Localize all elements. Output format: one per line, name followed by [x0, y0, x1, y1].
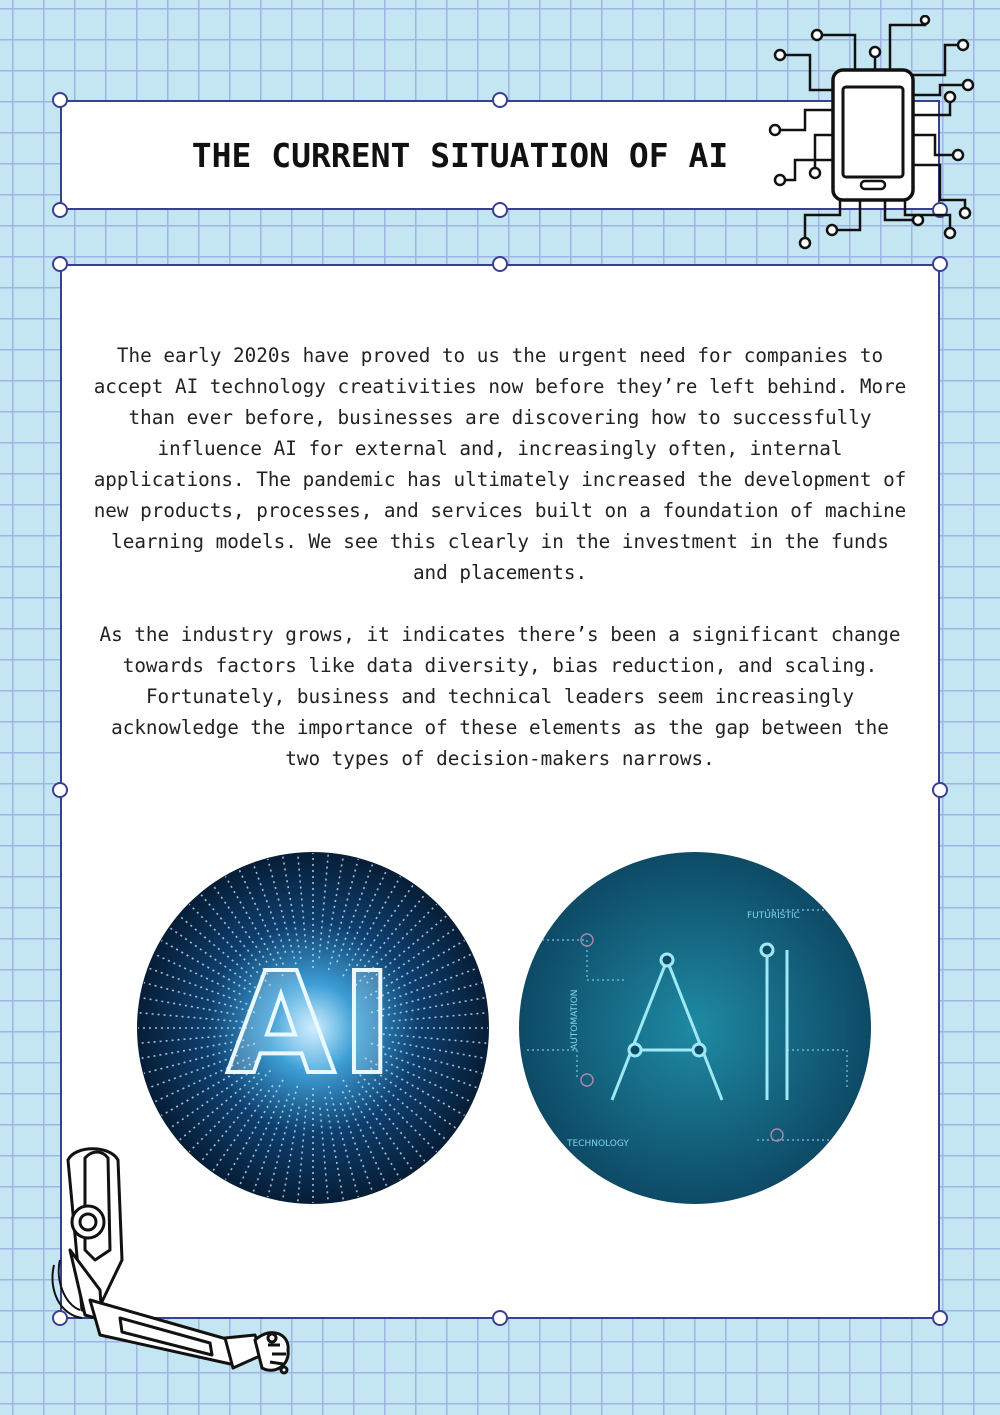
body-text: The early 2020s have proved to us the ur… [92, 340, 908, 805]
ai-circuit-tag-futuristic: FUTURISTIC [747, 911, 800, 921]
content-frame-handle [932, 256, 948, 272]
page-title: THE CURRENT SITUATION OF AI [191, 135, 729, 175]
robot-arm-icon [51, 1147, 290, 1375]
ai-circuit-tag-automation: AUTOMATION [570, 989, 580, 1050]
content-frame-handle [52, 782, 68, 798]
paragraph-intro: The early 2020s have proved to us the ur… [93, 344, 907, 584]
content-frame-handle [492, 1310, 508, 1326]
ai-glow-label: AI [227, 943, 399, 1106]
title-frame-handle [52, 92, 68, 108]
paragraph-industry: As the industry grows, it indicates ther… [99, 623, 901, 770]
title-frame-handle [52, 202, 68, 218]
ai-circuit-image: FUTURISTIC AUTOMATION TECHNOLOGY [519, 852, 871, 1204]
content-frame-handle [932, 1310, 948, 1326]
content-frame-handle [932, 782, 948, 798]
title-frame-handle [492, 92, 508, 108]
content-frame-handle [492, 256, 508, 272]
phone-circuit-icon [768, 15, 975, 250]
ai-circuit-tag-technology: TECHNOLOGY [566, 1139, 629, 1149]
title-frame-handle [492, 202, 508, 218]
content-frame-handle [52, 256, 68, 272]
